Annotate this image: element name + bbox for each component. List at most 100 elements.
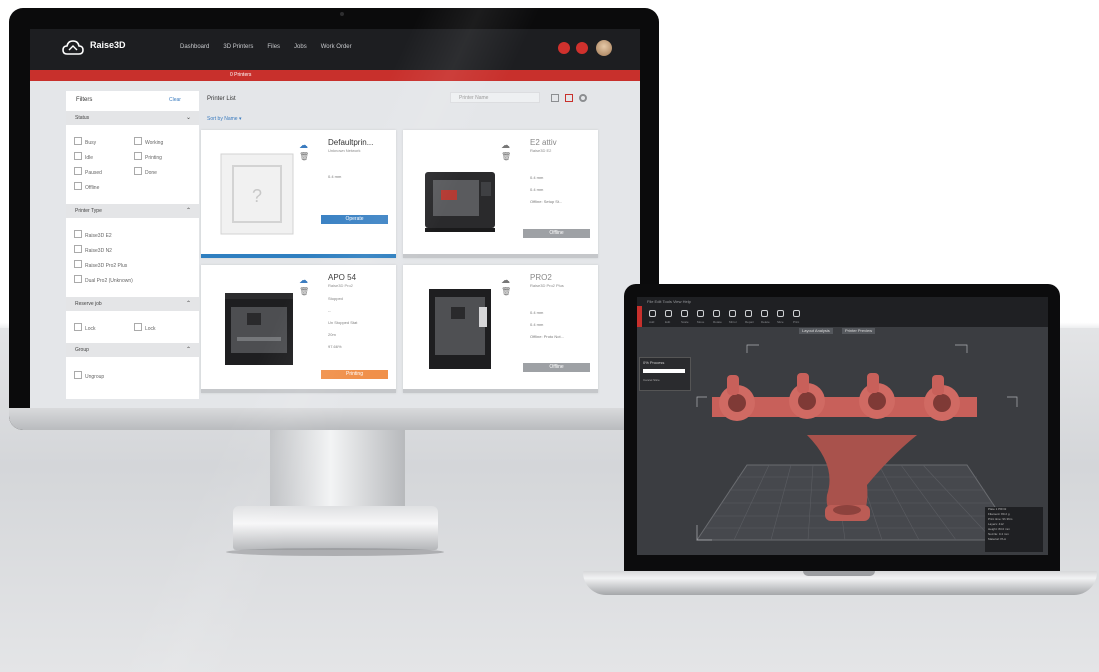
printer-status-text: Offline: Setup St...	[530, 199, 563, 204]
stand-shadow	[226, 548, 444, 556]
nav-dashboard[interactable]: Dashboard	[180, 44, 209, 50]
delete-icon[interactable]	[761, 310, 768, 317]
nav-files[interactable]: Files	[267, 44, 280, 50]
filter-section-reserve-job[interactable]: Reserve job ⌃	[66, 297, 199, 311]
cloud-icon[interactable]: ☁	[501, 140, 510, 151]
job-status-text: Un Stopped Stat	[328, 320, 358, 325]
printer-photo-e2	[425, 172, 495, 232]
printer-list-title: Printer List	[207, 96, 236, 102]
filter-section-printer-type[interactable]: Printer Type ⌃	[66, 204, 199, 218]
filter-reserve-lock[interactable]: Lock	[74, 323, 96, 332]
filter-section-label: Reserve job	[75, 301, 102, 307]
nav-3d-printers[interactable]: 3D Printers	[223, 44, 253, 50]
filter-status-printing[interactable]: Printing	[134, 152, 162, 161]
info-line: Material: PLA	[988, 537, 1007, 541]
filter-reserve-lock-2[interactable]: Lock	[134, 323, 156, 332]
filter-status-idle[interactable]: Idle	[74, 152, 93, 161]
avatar[interactable]	[596, 40, 612, 56]
chevron-up-icon: ⌃	[185, 347, 191, 353]
trash-icon[interactable]: 🗑	[299, 287, 309, 296]
filter-status-offline[interactable]: Offline	[74, 182, 99, 191]
sort-dropdown[interactable]: Sort by Name ▾	[207, 116, 241, 122]
toolbar-label-add: Add	[649, 320, 655, 324]
move-icon[interactable]	[697, 310, 704, 317]
card-status-strip	[403, 389, 598, 393]
alert-icon[interactable]	[576, 42, 588, 54]
filter-section-label: Status	[75, 115, 90, 121]
operate-button[interactable]: Operate	[321, 215, 388, 224]
toolbar-label-edit: Edit	[665, 320, 671, 324]
add-icon[interactable]	[649, 310, 656, 317]
grid-view-icon[interactable]	[565, 94, 573, 102]
filter-status-working[interactable]: Working	[134, 137, 163, 146]
job-progress: 97.66%	[328, 344, 342, 349]
cloud-logo-icon[interactable]	[62, 39, 84, 57]
nozzle-right: 0.4 mm	[530, 322, 544, 327]
filter-type-n2[interactable]: Raise3D N2	[74, 245, 112, 254]
printer-name: E2 attiv	[530, 138, 557, 147]
filter-section-group[interactable]: Group ⌃	[66, 343, 199, 357]
notification-icon[interactable]	[558, 42, 570, 54]
filter-section-label: Printer Type	[75, 208, 102, 214]
trash-icon[interactable]: 🗑	[501, 152, 511, 161]
printing-button[interactable]: Printing	[321, 370, 388, 379]
toolbar-label-mirror: Mirror	[729, 320, 737, 324]
app-header: Raise3D Dashboard 3D Printers Files Jobs…	[30, 29, 640, 70]
mirror-icon[interactable]	[729, 310, 736, 317]
print-icon[interactable]	[793, 310, 800, 317]
alert-bar[interactable]: 0 Printers	[30, 70, 640, 81]
card-status-strip	[403, 254, 598, 258]
model-info-panel: Plate 1 PRO2 Filament: 80.2 g Print time…	[985, 507, 1043, 552]
slicer-menu-bar[interactable]: File Edit Tools View Help	[647, 299, 691, 304]
printer-model: Unknown Network	[328, 148, 361, 153]
rotate-icon[interactable]	[713, 310, 720, 317]
printer-name: APO 54	[328, 273, 357, 282]
filter-type-pro2-unknown[interactable]: Dual Pro2 (Unknown)	[74, 275, 133, 284]
brand-name[interactable]: Raise3D	[90, 40, 126, 50]
printer-card[interactable]: ☁ 🗑 PRO2 Raise3D Pro2 Plus 0.4 mm 0.4 mm…	[403, 265, 598, 393]
tab-printer-preview[interactable]: Printer Preview	[842, 328, 876, 334]
printer-name: Defaultprin...	[328, 138, 374, 147]
cancel-slice-button[interactable]: Cancel Slice	[643, 378, 660, 382]
printer-card[interactable]: ? ☁ 🗑 Defaultprin... Unknown Network 0.4…	[201, 130, 396, 258]
nav-jobs[interactable]: Jobs	[294, 44, 307, 50]
slicer-app-screen: File Edit Tools View Help Add Edit Scale…	[637, 297, 1048, 555]
job-detail: --	[328, 308, 331, 313]
monitor-stand-base	[233, 506, 438, 550]
filter-group-ungroup[interactable]: Ungroup	[74, 371, 104, 380]
gear-icon[interactable]	[579, 94, 587, 102]
printer-card[interactable]: ☁ 🗑 APO 54 Raise3D Pro2 Stopped -- Un St…	[201, 265, 396, 393]
offline-button[interactable]: Offline	[523, 229, 590, 238]
card-status-strip	[201, 389, 396, 393]
printer-search-input[interactable]: Printer Name	[450, 92, 540, 103]
filter-type-e2[interactable]: Raise3D E2	[74, 230, 112, 239]
printer-card[interactable]: ☁ 🗑 E2 attiv Raise3D E2 0.4 mm 0.4 mm Of…	[403, 130, 598, 258]
cloud-icon[interactable]: ☁	[501, 275, 510, 286]
filters-title: Filters	[76, 97, 93, 103]
filter-status-paused[interactable]: Paused	[74, 167, 102, 176]
filter-status-busy[interactable]: Busy	[74, 137, 96, 146]
list-view-icon[interactable]	[551, 94, 559, 102]
filter-section-label: Group	[75, 347, 89, 353]
repair-icon[interactable]	[745, 310, 752, 317]
nozzle-right: 0.4 mm	[530, 187, 544, 192]
tab-layout-analysis[interactable]: Layout Analysis	[799, 328, 833, 334]
trash-icon[interactable]: 🗑	[299, 152, 309, 161]
filters-clear-link[interactable]: Clear	[169, 97, 181, 103]
nav-work-order[interactable]: Work Order	[321, 44, 352, 50]
monitor-stand-neck	[270, 430, 405, 510]
web-app-screen: Raise3D Dashboard 3D Printers Files Jobs…	[30, 29, 640, 413]
filter-type-pro2-plus[interactable]: Raise3D Pro2 Plus	[74, 260, 127, 269]
trash-icon[interactable]: 🗑	[501, 287, 511, 296]
edit-icon[interactable]	[665, 310, 672, 317]
printer-model: Raise3D Pro2 Plus	[530, 283, 564, 288]
filter-status-done[interactable]: Done	[134, 167, 157, 176]
offline-button[interactable]: Offline	[523, 363, 590, 372]
toolbar-label-repair: Repair	[745, 320, 754, 324]
filter-section-status[interactable]: Status ⌄	[66, 111, 199, 125]
cloud-icon[interactable]: ☁	[299, 140, 308, 151]
cloud-icon[interactable]: ☁	[299, 275, 308, 286]
scale-icon[interactable]	[681, 310, 688, 317]
sidebar-accent	[637, 306, 642, 327]
slice-icon[interactable]	[777, 310, 784, 317]
